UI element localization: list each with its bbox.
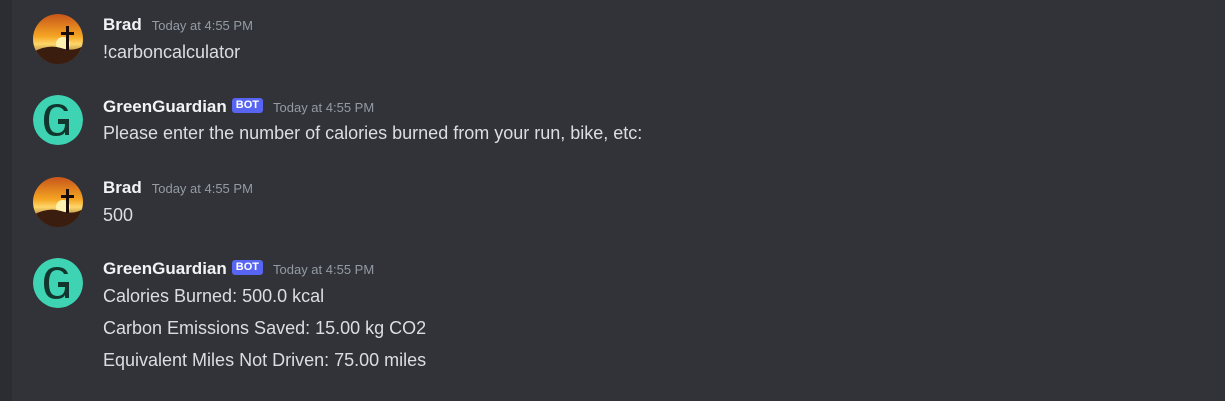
- username[interactable]: GreenGuardian: [103, 97, 227, 117]
- username[interactable]: GreenGuardian: [103, 259, 227, 279]
- message-content: !carboncalculator: [103, 42, 241, 62]
- bot-avatar[interactable]: [33, 258, 83, 308]
- bot-tag: BOT: [231, 97, 263, 113]
- message-content: Equivalent Miles Not Driven: 75.00 miles: [103, 350, 427, 370]
- green-g-logo-icon: [33, 258, 83, 308]
- message-timestamp: Today at 4:55 PM: [151, 17, 253, 33]
- message-content: Please enter the number of calories burn…: [103, 123, 643, 143]
- bot-tag: BOT: [231, 259, 263, 275]
- message-content: 500: [103, 205, 134, 225]
- bot-avatar[interactable]: [33, 95, 83, 145]
- message-content: Calories Burned: 500.0 kcal: [103, 286, 325, 306]
- sunset-cross-icon: [33, 14, 83, 64]
- sunset-cross-icon: [33, 177, 83, 227]
- username[interactable]: Brad: [103, 15, 142, 35]
- username[interactable]: Brad: [103, 178, 142, 198]
- green-g-logo-icon: [33, 95, 83, 145]
- message-content: Carbon Emissions Saved: 15.00 kg CO2: [103, 318, 427, 338]
- message-timestamp: Today at 4:55 PM: [273, 261, 375, 277]
- user-avatar[interactable]: [33, 14, 83, 64]
- message-timestamp: Today at 4:55 PM: [151, 180, 253, 196]
- message-timestamp: Today at 4:55 PM: [273, 99, 375, 115]
- user-avatar[interactable]: [33, 177, 83, 227]
- channel-sidebar-edge: [0, 0, 12, 401]
